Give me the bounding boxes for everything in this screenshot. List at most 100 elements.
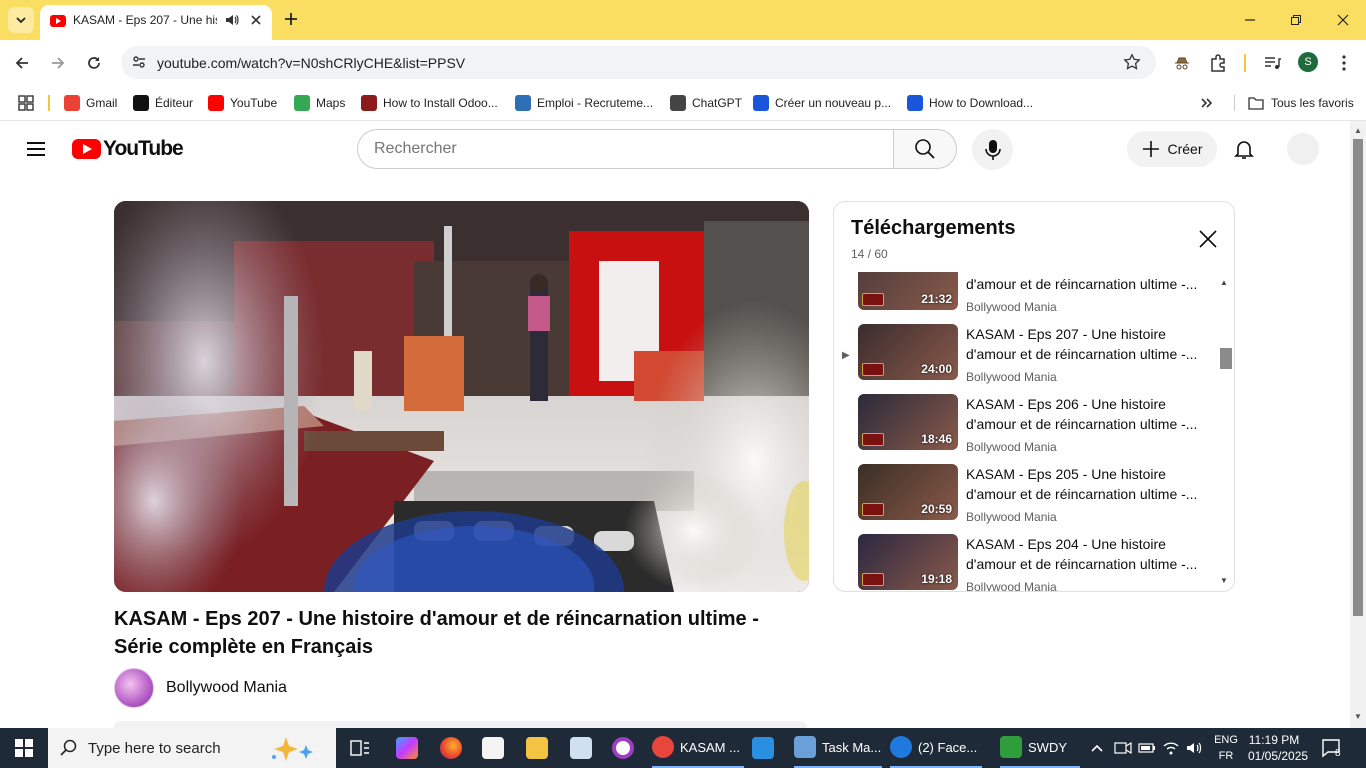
- reload-icon[interactable]: [82, 51, 106, 75]
- more-bookmarks-icon[interactable]: [1200, 93, 1214, 113]
- scroll-up-arrow-icon[interactable]: ▲: [1220, 278, 1230, 288]
- playlist-item-title-line2[interactable]: d'amour et de réincarnation ultime -...: [966, 276, 1202, 292]
- scroll-down-arrow-icon[interactable]: ▼: [1354, 712, 1362, 721]
- playlist-item[interactable]: 18:46 KASAM - Eps 206 - Une histoire d'amo…: [834, 394, 1234, 456]
- windows-start-icon[interactable]: [0, 728, 48, 768]
- video-player[interactable]: [114, 201, 809, 592]
- channel-name[interactable]: Bollywood Mania: [166, 679, 287, 697]
- search-input[interactable]: [374, 130, 874, 168]
- bookmark-favicon-icon: [670, 95, 686, 111]
- obs-app-icon[interactable]: [612, 728, 640, 768]
- extensions-icon[interactable]: [1206, 51, 1230, 75]
- scroll-down-arrow-icon[interactable]: ▼: [1220, 576, 1230, 586]
- kasam-logo-icon: [862, 363, 884, 376]
- wifi-icon[interactable]: [1162, 728, 1180, 768]
- calendar-app-icon[interactable]: [482, 728, 510, 768]
- window-close-icon[interactable]: [1331, 8, 1355, 32]
- copilot-app-icon[interactable]: [396, 728, 424, 768]
- apps-grid-icon[interactable]: [18, 93, 34, 113]
- taskbar-app-button[interactable]: SWDY: [1000, 728, 1080, 768]
- bookmark-item[interactable]: How to Download...: [907, 93, 1033, 113]
- task-view-icon[interactable]: [350, 728, 370, 768]
- site-settings-icon[interactable]: [131, 54, 147, 75]
- taskbar-search-box[interactable]: Type here to search: [48, 728, 336, 768]
- bookmark-item[interactable]: Maps: [294, 93, 345, 113]
- playlist-scroll-thumb[interactable]: [1220, 348, 1232, 369]
- profile-avatar[interactable]: S: [1298, 52, 1318, 72]
- playlist-item-channel: Bollywood Mania: [966, 300, 1057, 314]
- voice-search-button[interactable]: [972, 129, 1013, 170]
- account-avatar[interactable]: [1287, 133, 1319, 165]
- search-button[interactable]: [893, 129, 957, 169]
- microphone-icon: [984, 139, 1001, 160]
- bookmark-item[interactable]: Éditeur: [133, 93, 193, 113]
- notifications-bell-icon[interactable]: [1232, 137, 1256, 166]
- video-thumbnail[interactable]: 21:32: [858, 272, 958, 310]
- forward-arrow-icon[interactable]: [46, 51, 70, 75]
- back-arrow-icon[interactable]: [10, 51, 34, 75]
- tab-close-icon[interactable]: [247, 11, 265, 29]
- playlist-item[interactable]: 19:18 KASAM - Eps 204 - Une histoire d'amo…: [834, 534, 1234, 591]
- channel-avatar[interactable]: [114, 668, 154, 708]
- snipping-tool-icon[interactable]: [570, 728, 598, 768]
- playlist-title[interactable]: Téléchargements: [851, 217, 1016, 240]
- close-icon[interactable]: [1196, 227, 1220, 251]
- bookmark-item[interactable]: Gmail: [64, 93, 117, 113]
- show-hidden-icons[interactable]: [1090, 728, 1104, 768]
- playlist-item-title[interactable]: KASAM - Eps 205 - Une histoire: [966, 466, 1202, 482]
- minimize-icon[interactable]: [1238, 8, 1262, 32]
- url-text: youtube.com/watch?v=N0shCRlyCHE&list=PPS…: [157, 55, 466, 71]
- hamburger-menu-icon[interactable]: [24, 137, 48, 161]
- video-thumbnail[interactable]: 19:18: [858, 534, 958, 590]
- system-clock[interactable]: 11:19 PM 01/05/2025: [1248, 732, 1308, 764]
- video-duration: 20:59: [921, 502, 952, 516]
- playlist-item[interactable]: 21:32 d'amour et de réincarnation ultime …: [834, 272, 1234, 316]
- restore-icon[interactable]: [1284, 8, 1308, 32]
- page-scroll-thumb[interactable]: [1353, 139, 1363, 616]
- scroll-up-arrow-icon[interactable]: ▲: [1354, 126, 1362, 135]
- playlist-item[interactable]: 20:59 KASAM - Eps 205 - Une histoire d'amo…: [834, 464, 1234, 526]
- all-bookmarks-folder[interactable]: Tous les favoris: [1248, 93, 1354, 113]
- bookmark-star-icon[interactable]: [1123, 53, 1141, 76]
- media-controls-icon[interactable]: [1260, 51, 1284, 75]
- page-scrollbar[interactable]: ▲ ▼: [1350, 121, 1366, 728]
- taskbar-app-button[interactable]: Task Ma...: [794, 728, 882, 768]
- playlist-item-title-line2[interactable]: d'amour et de réincarnation ultime -...: [966, 556, 1202, 572]
- bookmark-item[interactable]: Emploi - Recruteme...: [515, 93, 653, 113]
- taskbar-app-button[interactable]: KASAM ...: [652, 728, 744, 768]
- bookmark-item[interactable]: ChatGPT: [670, 93, 742, 113]
- video-thumbnail[interactable]: 20:59: [858, 464, 958, 520]
- bookmark-item[interactable]: YouTube: [208, 93, 277, 113]
- youtube-logo[interactable]: YouTube: [72, 137, 184, 160]
- kasam-logo-icon: [862, 433, 884, 446]
- chrome-menu-icon[interactable]: [1332, 51, 1356, 75]
- firefox-icon[interactable]: [440, 728, 468, 768]
- address-bar[interactable]: youtube.com/watch?v=N0shCRlyCHE&list=PPS…: [121, 46, 1156, 79]
- volume-icon[interactable]: [1186, 728, 1204, 768]
- bookmark-item[interactable]: How to Install Odoo...: [361, 93, 498, 113]
- playlist-item-title[interactable]: KASAM - Eps 207 - Une histoire: [966, 326, 1202, 342]
- playlist-item-title-line2[interactable]: d'amour et de réincarnation ultime -...: [966, 416, 1202, 432]
- video-thumbnail[interactable]: 24:00: [858, 324, 958, 380]
- speaker-icon[interactable]: [224, 12, 240, 33]
- video-thumbnail[interactable]: 18:46: [858, 394, 958, 450]
- vscode-icon[interactable]: [752, 728, 780, 768]
- playlist-item-title[interactable]: KASAM - Eps 206 - Une histoire: [966, 396, 1202, 412]
- create-button[interactable]: Créer: [1127, 131, 1217, 167]
- input-language[interactable]: ENG FR: [1212, 732, 1240, 764]
- bookmark-item[interactable]: Créer un nouveau p...: [753, 93, 891, 113]
- playlist-item[interactable]: ▶ 24:00 KASAM - Eps 207 - Une histoire d'am…: [834, 324, 1234, 386]
- video-frame-image: [114, 201, 809, 592]
- playlist-item-title[interactable]: KASAM - Eps 204 - Une histoire: [966, 536, 1202, 552]
- new-tab-icon[interactable]: [282, 10, 300, 33]
- taskbar-app-button[interactable]: (2) Face...: [890, 728, 982, 768]
- battery-icon[interactable]: [1138, 728, 1156, 768]
- notification-center-icon[interactable]: 8: [1320, 728, 1344, 768]
- incognito-icon[interactable]: [1170, 51, 1194, 75]
- playlist-item-title-line2[interactable]: d'amour et de réincarnation ultime -...: [966, 486, 1202, 502]
- browser-tab-active[interactable]: KASAM - Eps 207 - Une histoire d'amour e…: [40, 5, 272, 40]
- playlist-item-title-line2[interactable]: d'amour et de réincarnation ultime -...: [966, 346, 1202, 362]
- tab-search-button[interactable]: [8, 7, 34, 33]
- file-explorer-icon[interactable]: [526, 728, 554, 768]
- meet-now-icon[interactable]: [1114, 728, 1132, 768]
